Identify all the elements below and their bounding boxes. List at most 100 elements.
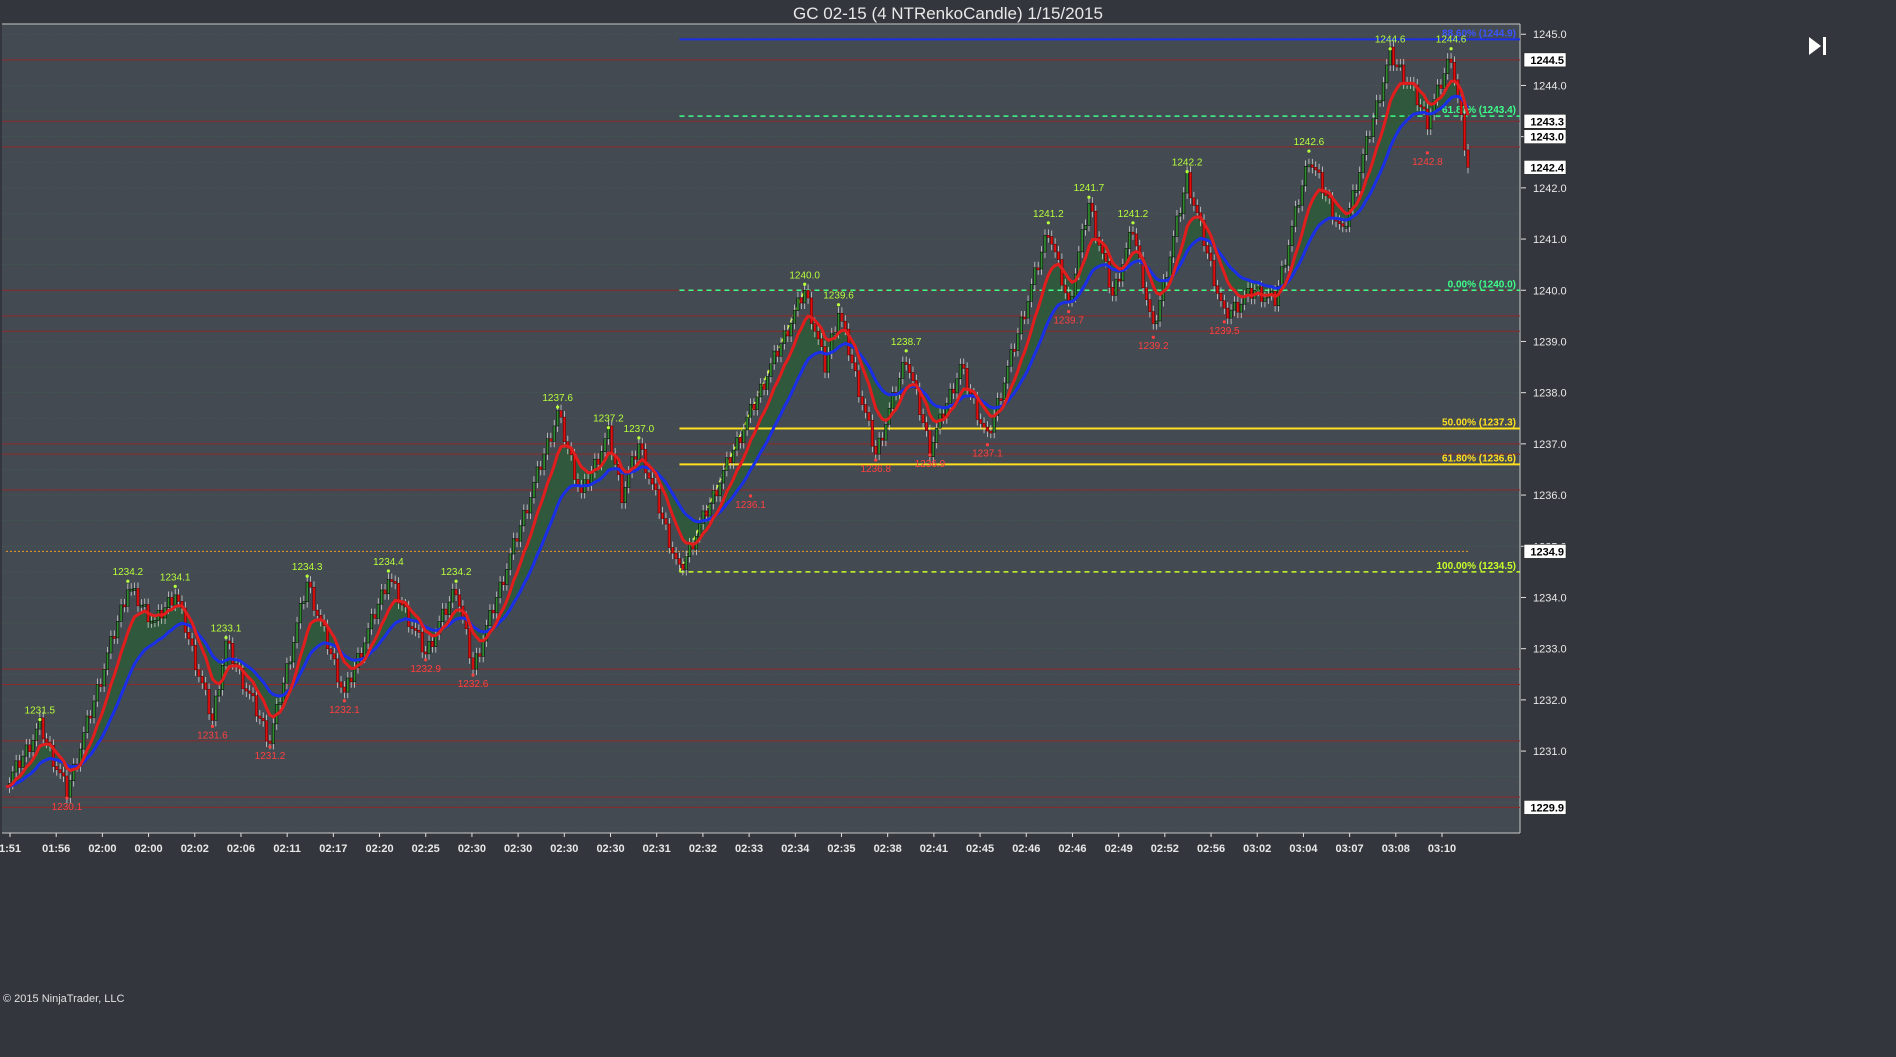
down-candle	[190, 638, 194, 646]
down-candle	[633, 456, 637, 460]
down-candle	[989, 430, 993, 434]
up-candle	[302, 601, 306, 604]
down-candle	[870, 420, 874, 447]
swing-low-label: 1232.9	[410, 664, 441, 675]
down-candle	[99, 684, 103, 687]
up-candle	[217, 689, 221, 697]
down-candle	[965, 368, 969, 391]
swing-high-label: 1244.6	[1375, 35, 1406, 46]
up-candle	[116, 621, 120, 639]
y-tick-label: 1234.0	[1533, 592, 1567, 604]
down-candle	[265, 720, 269, 742]
up-candle	[1361, 154, 1365, 173]
x-tick-label: 1:51	[0, 843, 21, 855]
down-candle	[661, 512, 665, 519]
up-candle	[106, 652, 110, 670]
swing-high-dot	[386, 569, 391, 573]
up-candle	[129, 588, 133, 592]
swing-low-label: 1236.1	[735, 500, 766, 511]
up-candle	[1033, 267, 1037, 285]
up-candle	[278, 702, 282, 705]
down-candle	[1422, 106, 1426, 110]
down-candle	[671, 547, 675, 554]
up-candle	[126, 589, 130, 607]
y-tick-label: 1245.0	[1533, 29, 1567, 41]
down-candle	[1189, 172, 1192, 199]
x-tick-label: 03:10	[1428, 843, 1456, 855]
up-candle	[380, 589, 384, 605]
down-candle	[705, 510, 709, 517]
up-candle	[1283, 264, 1287, 268]
up-candle	[1354, 190, 1358, 193]
up-candle	[1300, 185, 1304, 206]
down-candle	[444, 608, 448, 615]
up-candle	[512, 538, 516, 555]
up-candle	[1178, 213, 1182, 217]
up-candle	[285, 663, 289, 684]
renko-chart[interactable]: 88.60% (1244.9)61.80% (1243.4)0.00% (124…	[0, 0, 1896, 1057]
x-tick-label: 03:08	[1382, 843, 1410, 855]
fib-level-label: 61.80% (1243.4)	[1442, 105, 1516, 116]
down-candle	[776, 350, 780, 357]
down-candle	[1013, 349, 1016, 352]
swing-low-label: 1232.1	[329, 705, 360, 716]
down-candle	[962, 364, 966, 369]
swing-high-label: 1241.2	[1033, 209, 1064, 220]
swing-low-label: 1242.8	[1412, 157, 1443, 168]
down-candle	[1402, 64, 1406, 84]
up-candle	[623, 487, 627, 504]
x-tick-label: 02:17	[319, 843, 347, 855]
up-candle	[769, 363, 773, 377]
up-candle	[901, 362, 905, 379]
swing-low-dot	[424, 658, 428, 662]
up-candle	[1442, 73, 1446, 89]
x-tick-label: 02:20	[365, 843, 393, 855]
x-tick-label: 02:32	[689, 843, 717, 855]
up-candle	[305, 581, 309, 602]
up-candle	[759, 383, 763, 398]
down-candle	[410, 626, 414, 629]
down-candle	[329, 648, 333, 655]
down-candle	[112, 636, 116, 639]
down-candle	[1063, 284, 1067, 294]
down-candle	[620, 474, 624, 504]
down-candle	[315, 609, 319, 616]
down-candle	[596, 458, 600, 465]
down-candle	[904, 362, 908, 365]
up-candle	[532, 481, 536, 498]
up-candle	[1344, 225, 1348, 229]
down-candle	[860, 396, 864, 405]
down-candle	[1023, 316, 1027, 320]
down-candle	[336, 658, 340, 683]
up-candle	[1429, 114, 1433, 130]
x-tick-label: 02:02	[181, 843, 209, 855]
time-axis[interactable]: 1:51 01:56 02:00 02:00 02:02 02:06 02:11 02:17 0…	[0, 833, 1456, 855]
down-candle	[187, 632, 191, 640]
down-candle	[799, 297, 803, 304]
price-axis[interactable]: 1245.0 1244.0 1243.0 1242.0 1241.0 1240.0 1239…	[1521, 29, 1567, 815]
up-candle	[732, 449, 736, 464]
up-candle	[34, 728, 38, 741]
up-candle	[109, 636, 113, 654]
scroll-to-end-icon[interactable]	[1806, 34, 1830, 58]
down-candle	[1145, 287, 1148, 300]
up-candle	[884, 423, 888, 441]
x-tick-label: 02:41	[920, 843, 948, 855]
x-tick-label: 02:30	[596, 843, 624, 855]
down-candle	[170, 597, 174, 606]
fib-level-label: 61.80% (1236.6)	[1442, 453, 1516, 464]
swing-low-dot	[1425, 151, 1429, 155]
swing-high-dot	[1185, 170, 1189, 174]
down-candle	[332, 653, 336, 660]
swing-high-label: 1234.2	[113, 567, 144, 578]
swing-low-dot	[874, 458, 878, 462]
down-candle	[258, 715, 262, 719]
up-candle	[1375, 100, 1379, 120]
down-candle	[1067, 292, 1071, 301]
x-tick-label: 03:02	[1243, 843, 1271, 855]
swing-high-label: 1237.0	[624, 424, 655, 435]
up-candle	[935, 427, 939, 443]
down-candle	[1317, 169, 1321, 173]
up-candle	[522, 510, 526, 527]
up-candle	[1290, 225, 1294, 247]
